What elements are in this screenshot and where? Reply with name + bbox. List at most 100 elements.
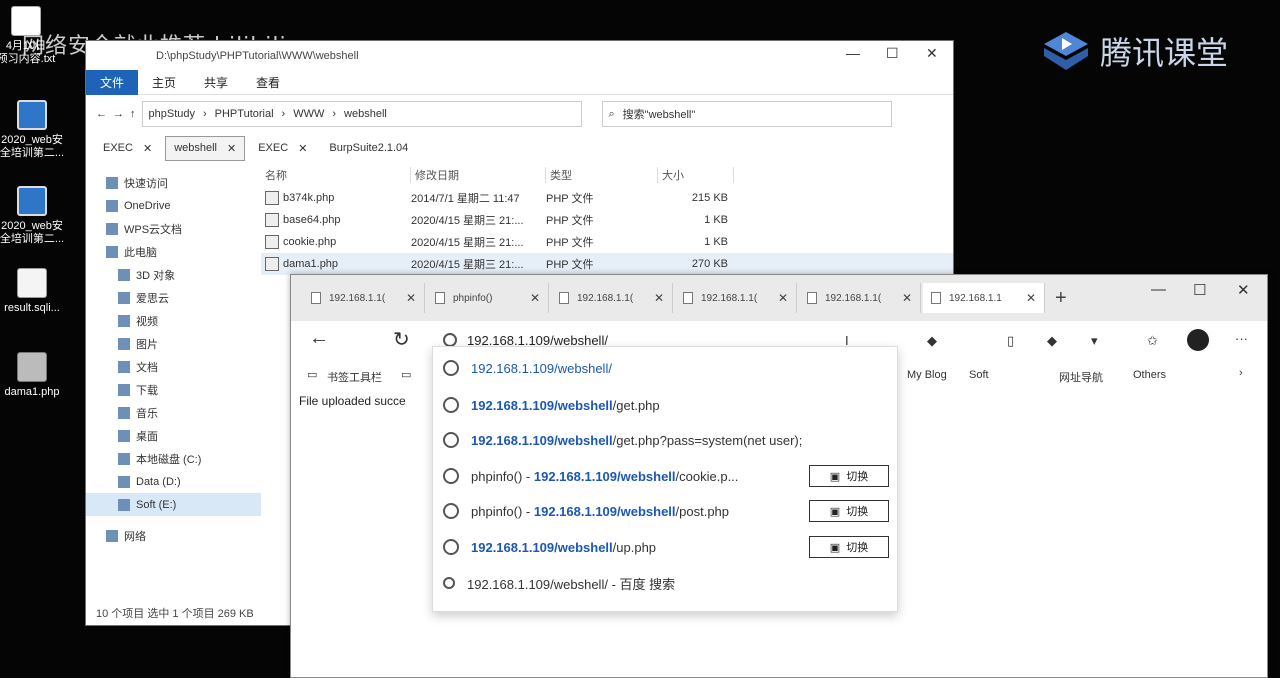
more-icon[interactable]: ··· [1235, 331, 1248, 346]
file-row[interactable]: b374k.php 2014/7/1 星期二 11:47 PHP 文件 215 … [261, 187, 953, 209]
minimize-icon[interactable]: — [846, 45, 860, 61]
tab-label: phpinfo() [453, 292, 493, 304]
extension-icon[interactable]: ◆ [927, 333, 937, 349]
nav-item[interactable]: 音乐 [86, 401, 261, 424]
suggestion-item[interactable]: phpinfo() - 192.168.1.109/webshell/cooki… [433, 459, 899, 493]
close-icon[interactable]: ✕ [530, 291, 540, 305]
maximize-icon[interactable]: ☐ [1193, 281, 1206, 299]
filter-icon[interactable]: ▾ [1091, 333, 1098, 349]
close-icon[interactable]: ✕ [1237, 281, 1250, 299]
browser-tab[interactable]: 192.168.1.1(✕ [799, 283, 921, 313]
nav-item[interactable]: 快速访问 [86, 171, 261, 194]
nav-item[interactable]: OneDrive [86, 194, 261, 217]
explorer-tab[interactable]: EXEC ✕ [249, 136, 316, 161]
close-icon[interactable]: ✕ [1026, 291, 1036, 305]
nav-item[interactable]: 图片 [86, 332, 261, 355]
browser-tab[interactable]: 192.168.1.1(✕ [551, 283, 673, 313]
bookmark-item[interactable]: Soft [969, 369, 989, 381]
globe-icon [443, 503, 459, 519]
file-row[interactable]: base64.php 2020/4/15 星期三 21:... PHP 文件 1… [261, 209, 953, 231]
minimize-icon[interactable]: — [1151, 281, 1166, 298]
explorer-search-input[interactable]: ⌕ 搜索"webshell" [601, 101, 892, 127]
file-row[interactable]: cookie.php 2020/4/15 星期三 21:... PHP 文件 1… [261, 231, 953, 253]
desktop-icon-dama1[interactable]: dama1.php [0, 352, 72, 399]
nav-item[interactable]: 此电脑 [86, 240, 261, 263]
suggestion-item[interactable]: 192.168.1.109/webshell/up.php ▣ 切换 [433, 530, 899, 564]
column-header-size[interactable]: 大小 [658, 167, 734, 183]
up-arrow-icon[interactable]: ↑ [130, 108, 136, 120]
switch-tab-button[interactable]: ▣ 切换 [809, 500, 889, 522]
suggestion-item[interactable]: phpinfo() - 192.168.1.109/webshell/post.… [433, 494, 899, 528]
breadcrumb-item[interactable]: WWW [293, 108, 324, 120]
suggestion-item[interactable]: 192.168.1.109/webshell/get.php?pass=syst… [433, 423, 899, 457]
nav-item[interactable]: 爱思云 [86, 286, 261, 309]
switch-label: 切换 [846, 471, 869, 483]
page-icon [931, 292, 941, 304]
desktop-icon-preview-txt[interactable]: 4月10日 预习内容.txt [0, 6, 66, 66]
close-icon[interactable]: ✕ [654, 291, 664, 305]
status-bar: 10 个项目 选中 1 个项目 269 KB [96, 608, 254, 620]
bookmark-item[interactable]: 网址导航 [1059, 369, 1103, 385]
nav-item[interactable]: 网络 [86, 524, 261, 547]
desktop-icon-web-training-2[interactable]: 2020_web安 全培训第二... [0, 186, 72, 246]
nav-item[interactable]: 下载 [86, 378, 261, 401]
browser-tab-active[interactable]: 192.168.1.1 ✕ [923, 283, 1045, 313]
nav-item[interactable]: 视频 [86, 309, 261, 332]
avatar[interactable] [1187, 329, 1209, 351]
nav-item-selected[interactable]: Soft (E:) [86, 493, 261, 516]
bookmark-item[interactable]: Others [1133, 369, 1166, 381]
nav-item[interactable]: WPS云文档 [86, 217, 261, 240]
back-arrow-icon[interactable]: ← [309, 327, 329, 350]
close-icon[interactable]: ✕ [778, 291, 788, 305]
bookmark-item[interactable]: My Blog [907, 369, 947, 381]
close-icon[interactable]: ✕ [143, 142, 152, 155]
nav-item[interactable]: 文档 [86, 355, 261, 378]
explorer-tab-active[interactable]: webshell ✕ [165, 135, 246, 161]
bookmark-folder[interactable]: 书签工具栏 [327, 369, 382, 385]
explorer-tab[interactable]: EXEC ✕ [94, 136, 161, 161]
close-icon[interactable]: ✕ [902, 291, 912, 305]
switch-tab-button[interactable]: ▣ 切换 [809, 536, 889, 558]
suggestion-item[interactable]: 192.168.1.109/webshell/get.php [433, 388, 899, 422]
close-icon[interactable]: ✕ [926, 45, 938, 62]
forward-arrow-icon[interactable]: → [113, 108, 124, 120]
nav-item[interactable]: 3D 对象 [86, 263, 261, 286]
browser-tab[interactable]: phpinfo() ✕ [427, 283, 549, 313]
browser-tab[interactable]: 192.168.1.1(✕ [675, 283, 797, 313]
switch-tab-button[interactable]: ▣ 切换 [809, 465, 889, 487]
file-row-selected[interactable]: dama1.php 2020/4/15 星期三 21:... PHP 文件 27… [261, 253, 953, 275]
ribbon-tab-share[interactable]: 共享 [190, 70, 242, 95]
desktop-icon-result-sqli[interactable]: result.sqli... [0, 268, 72, 315]
breadcrumb[interactable]: phpStudy › PHPTutorial › WWW › webshell [141, 101, 582, 127]
close-icon[interactable]: ✕ [406, 291, 416, 305]
breadcrumb-item[interactable]: phpStudy [149, 108, 195, 120]
new-tab-icon[interactable]: + [1047, 287, 1075, 310]
favorites-icon[interactable]: ✩ [1147, 333, 1158, 349]
nav-item[interactable]: Data (D:) [86, 470, 261, 493]
breadcrumb-item[interactable]: PHPTutorial [215, 108, 274, 120]
close-icon[interactable]: ✕ [227, 142, 236, 155]
star-icon [106, 176, 118, 189]
chevron-right-icon[interactable]: › [1239, 367, 1243, 379]
browser-tab[interactable]: 192.168.1.1(✕ [303, 283, 425, 313]
ribbon-tab-view[interactable]: 查看 [242, 70, 294, 95]
suggestion-item[interactable]: 192.168.1.109/webshell/ [433, 351, 899, 385]
column-header-name[interactable]: 名称 [261, 167, 411, 183]
nav-item[interactable]: 本地磁盘 (C:) [86, 447, 261, 470]
close-icon[interactable]: ✕ [298, 142, 307, 155]
nav-item[interactable]: 桌面 [86, 424, 261, 447]
maximize-icon[interactable]: ☐ [886, 45, 899, 62]
refresh-icon[interactable]: ↻ [393, 327, 410, 352]
reader-icon[interactable]: ▯ [1007, 333, 1014, 349]
ribbon-tab-file[interactable]: 文件 [86, 70, 139, 95]
column-header-type[interactable]: 类型 [546, 167, 658, 183]
column-header-date[interactable]: 修改日期 [411, 167, 546, 183]
shield-icon[interactable]: ◆ [1047, 333, 1057, 349]
breadcrumb-item[interactable]: webshell [344, 108, 387, 120]
desktop-icon-web-training-1[interactable]: 2020_web安 全培训第二... [0, 100, 72, 160]
suggestion-item[interactable]: 192.168.1.109/webshell/ - 百度 搜索 [433, 566, 899, 600]
tab-label: EXEC [258, 141, 289, 154]
ribbon-tab-home[interactable]: 主页 [138, 70, 190, 95]
explorer-tab[interactable]: BurpSuite2.1.04 [320, 136, 417, 160]
back-arrow-icon[interactable]: ← [96, 108, 107, 120]
